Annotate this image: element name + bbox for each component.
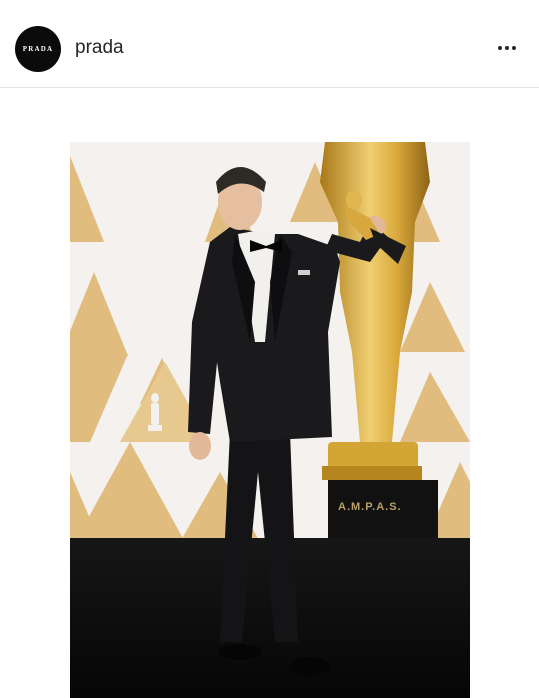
post-photo[interactable]: A.M.P.A.S.	[70, 142, 470, 698]
more-options-button[interactable]	[493, 36, 521, 60]
username-link[interactable]: prada	[75, 37, 124, 59]
avatar[interactable]: PRADA	[15, 26, 61, 72]
statue-plinth-text: A.M.P.A.S.	[338, 501, 402, 513]
more-horizontal-icon-dot	[512, 46, 516, 50]
photo-scene: A.M.P.A.S.	[70, 142, 470, 698]
post-header: PRADA prada	[0, 0, 539, 88]
avatar-logo-text: PRADA	[22, 45, 54, 53]
more-horizontal-icon-dot	[505, 46, 509, 50]
more-horizontal-icon	[498, 46, 502, 50]
